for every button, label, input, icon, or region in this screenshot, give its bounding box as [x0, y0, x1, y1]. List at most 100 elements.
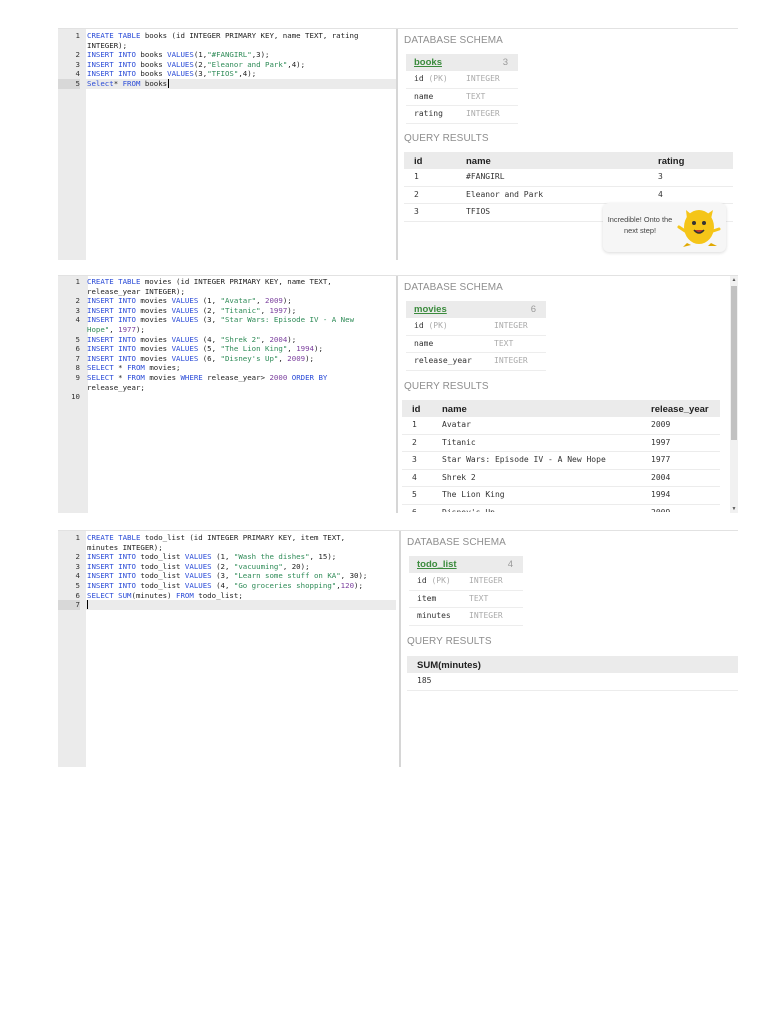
results-cell: 2009 [651, 420, 671, 429]
line-number: 2 [75, 552, 80, 562]
code-line[interactable]: 5 Select* FROM books [58, 78, 396, 89]
code-text[interactable]: INSERT INTO movies VALUES (6, "Disney's … [87, 354, 314, 363]
code-text[interactable]: INSERT INTO books VALUES(1,"#FANGIRL",3)… [87, 50, 270, 59]
code-text[interactable] [87, 600, 88, 610]
code-line[interactable]: 6 SELECT SUM(minutes) FROM todo_list; [58, 591, 396, 601]
results-cell: 2004 [651, 472, 671, 482]
results-cell: 1 [412, 420, 417, 429]
code-line[interactable]: 5 INSERT INTO movies VALUES (4, "Shrek 2"… [58, 335, 396, 345]
code-text[interactable]: INSERT INTO todo_list VALUES (3, "Learn … [87, 571, 367, 580]
code-line[interactable]: 1 CREATE TABLE todo_list (id INTEGER PRIM… [58, 533, 396, 552]
schema-column-type: TEXT [466, 91, 486, 101]
code-editor[interactable]: 1 CREATE TABLE todo_list (id INTEGER PRIM… [58, 531, 396, 767]
output-pane: DATABASE SCHEMA todo_list 4 id (PK) INTEG… [401, 531, 738, 767]
results-row: 1 #FANGIRL 3 [404, 169, 733, 187]
code-line[interactable]: 3 INSERT INTO movies VALUES (2, "Titanic"… [58, 306, 396, 316]
results-cell: #FANGIRL [466, 172, 505, 181]
results-cell: Shrek 2 [442, 472, 476, 482]
code-text[interactable]: SELECT * FROM movies WHERE release_year>… [87, 373, 327, 392]
code-lines[interactable]: 1 CREATE TABLE todo_list (id INTEGER PRIM… [58, 533, 396, 610]
schema-column-type: INTEGER [469, 611, 503, 620]
code-editor[interactable]: 1 CREATE TABLE movies (id INTEGER PRIMARY… [58, 276, 396, 513]
schema-row-count: 3 [502, 57, 508, 68]
schema-column-name: name [414, 338, 434, 348]
schema-column-type: INTEGER [466, 74, 500, 83]
code-line[interactable]: 3 INSERT INTO todo_list VALUES (2, "vacuu… [58, 562, 396, 572]
line-number: 1 [75, 533, 80, 542]
code-line[interactable]: 2 INSERT INTO todo_list VALUES (1, "Wash … [58, 552, 396, 562]
schema-table-name-link[interactable]: books [414, 57, 442, 68]
results-cell: 2 [412, 437, 417, 447]
line-number: 2 [75, 50, 80, 60]
code-line[interactable]: 10 [58, 392, 396, 402]
code-line[interactable]: 9 SELECT * FROM movies WHERE release_year… [58, 373, 396, 392]
code-line[interactable]: 7 INSERT INTO movies VALUES (6, "Disney's… [58, 354, 396, 364]
code-text[interactable]: INSERT INTO todo_list VALUES (2, "vacuum… [87, 562, 310, 571]
code-lines[interactable]: 1 CREATE TABLE movies (id INTEGER PRIMARY… [58, 277, 396, 402]
code-line[interactable]: 8 SELECT * FROM movies; [58, 363, 396, 373]
code-text[interactable]: INSERT INTO todo_list VALUES (1, "Wash t… [87, 552, 336, 561]
schema-column-type: TEXT [494, 338, 514, 348]
code-text[interactable]: INSERT INTO movies VALUES (4, "Shrek 2",… [87, 335, 296, 344]
schema-column-row: id (PK) INTEGER [406, 318, 546, 336]
results-row: 4 Shrek 2 2004 [402, 470, 720, 487]
scrollbar-thumb[interactable] [731, 286, 737, 440]
line-number: 3 [75, 561, 80, 571]
code-line[interactable]: 6 INSERT INTO movies VALUES (5, "The Lion… [58, 344, 396, 354]
code-line[interactable]: 7 [58, 600, 396, 610]
code-line[interactable]: 4 INSERT INTO books VALUES(3,"TFIOS",4); [58, 69, 396, 79]
results-cell: 3 [658, 172, 663, 181]
code-text[interactable]: INSERT INTO movies VALUES (1, "Avatar", … [87, 296, 292, 305]
results-cell: 1 [414, 172, 419, 181]
results-cell: 1977 [651, 455, 671, 464]
code-text[interactable]: INSERT INTO books VALUES(3,"TFIOS",4); [87, 69, 256, 78]
results-cell: 2009 [651, 507, 671, 513]
results-heading: QUERY RESULTS [407, 636, 492, 647]
results-header-row: id name release_year [402, 400, 720, 417]
results-cell: 5 [412, 490, 417, 499]
results-row: 1 Avatar 2009 [402, 417, 720, 435]
results-cell: Avatar [442, 420, 471, 429]
scroll-up-arrow-icon[interactable]: ▲ [730, 277, 738, 283]
code-text[interactable]: INSERT INTO movies VALUES (5, "The Lion … [87, 344, 323, 353]
code-text[interactable]: INSERT INTO movies VALUES (2, "Titanic",… [87, 306, 296, 315]
code-line[interactable]: 2 INSERT INTO movies VALUES (1, "Avatar",… [58, 296, 396, 306]
code-line[interactable]: 4 INSERT INTO movies VALUES (3, "Star War… [58, 315, 396, 334]
results-row: 2 Titanic 1997 [402, 435, 720, 452]
results-cell: The Lion King [442, 490, 505, 499]
code-text[interactable]: INSERT INTO movies VALUES (3, "Star Wars… [87, 315, 354, 334]
code-line[interactable]: 1 CREATE TABLE movies (id INTEGER PRIMARY… [58, 277, 396, 296]
code-text[interactable]: CREATE TABLE todo_list (id INTEGER PRIMA… [87, 533, 345, 552]
code-editor[interactable]: 1 CREATE TABLE books (id INTEGER PRIMARY … [58, 29, 396, 260]
schema-column-row: name TEXT [406, 89, 518, 106]
code-lines[interactable]: 1 CREATE TABLE books (id INTEGER PRIMARY … [58, 31, 396, 89]
results-heading: QUERY RESULTS [404, 381, 489, 392]
code-text[interactable]: Select* FROM books [87, 78, 170, 88]
line-number: 10 [71, 392, 80, 402]
code-text[interactable]: SELECT * FROM movies; [87, 363, 180, 372]
code-line[interactable]: 5 INSERT INTO todo_list VALUES (4, "Go gr… [58, 581, 396, 591]
code-line[interactable]: 3 INSERT INTO books VALUES(2,"Eleanor and… [58, 60, 396, 70]
code-line[interactable]: 1 CREATE TABLE books (id INTEGER PRIMARY … [58, 31, 396, 50]
code-line[interactable]: 2 INSERT INTO books VALUES(1,"#FANGIRL",3… [58, 50, 396, 60]
code-text[interactable]: INSERT INTO todo_list VALUES (4, "Go gro… [87, 581, 363, 590]
results-row: 6 Disney's Up 2009 [402, 505, 720, 513]
code-text[interactable]: INSERT INTO books VALUES(2,"Eleanor and … [87, 60, 305, 69]
results-cell: Disney's Up [442, 507, 495, 513]
results-cell: 4 [412, 472, 417, 482]
results-cell: 4 [658, 189, 663, 199]
code-text[interactable]: CREATE TABLE movies (id INTEGER PRIMARY … [87, 277, 332, 296]
results-scrollbar[interactable]: ▲ ▼ [730, 276, 738, 513]
schema-column-row: release_year INTEGER [406, 353, 546, 371]
scroll-down-arrow-icon[interactable]: ▼ [730, 506, 738, 512]
output-pane: DATABASE SCHEMA movies 6 id (PK) INTEGER n… [398, 276, 738, 513]
schema-row-count: 6 [530, 304, 536, 315]
schema-column-name: id (PK) [414, 321, 448, 330]
code-line[interactable]: 4 INSERT INTO todo_list VALUES (3, "Learn… [58, 571, 396, 581]
code-text[interactable]: CREATE TABLE books (id INTEGER PRIMARY K… [87, 31, 358, 50]
results-header-row: SUM(minutes) [407, 656, 738, 673]
schema-heading: DATABASE SCHEMA [404, 282, 503, 293]
schema-table-name-link[interactable]: movies [414, 304, 447, 315]
code-text[interactable]: SELECT SUM(minutes) FROM todo_list; [87, 591, 243, 600]
schema-table-name-link[interactable]: todo_list [417, 559, 457, 570]
